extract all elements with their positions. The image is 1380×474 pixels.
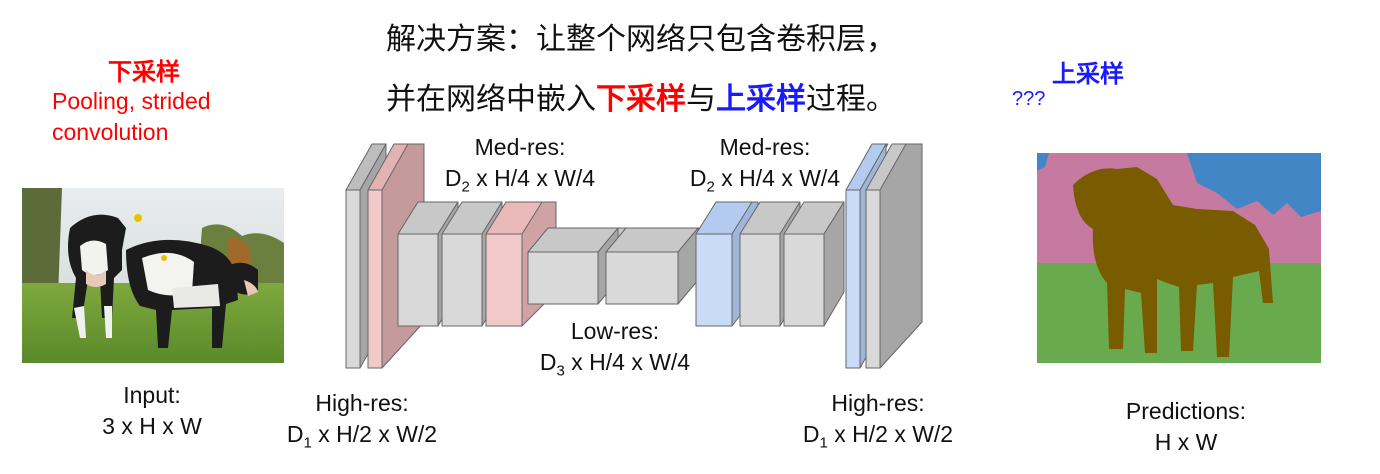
prediction-segmentation-map xyxy=(1037,153,1321,363)
upsample-heading: 上采样 xyxy=(1052,60,1124,88)
high-res-right-label: High-res: D1 x H/2 x W/2 xyxy=(778,388,978,459)
upsample-description: ??? xyxy=(1012,88,1046,110)
input-cow-photo xyxy=(22,188,284,363)
predictions-label: Predictions: H x W xyxy=(1096,396,1276,458)
input-label-line-1: Input: xyxy=(123,382,181,408)
med-res-left-line-1: Med-res: xyxy=(474,134,566,160)
high-res-right-line-2: D1 x H/2 x W/2 xyxy=(802,421,954,452)
high-res-left-label: High-res: D1 x H/2 x W/2 xyxy=(262,388,462,459)
segmentation-drawing xyxy=(1037,153,1321,363)
title-line-2-pre: 并在网络中嵌入 xyxy=(386,82,596,117)
title-downsample-word: 下采样 xyxy=(596,82,686,117)
predictions-line-2: H x W xyxy=(1154,429,1218,455)
high-res-left-line-1: High-res: xyxy=(315,390,409,416)
title-line-2-mid: 与 xyxy=(686,82,716,117)
high-res-right-line-1: High-res: xyxy=(831,390,925,416)
downsample-heading: 下采样 xyxy=(108,58,180,86)
high-res-left-line-2: D1 x H/2 x W/2 xyxy=(286,421,438,452)
med-res-right-line-2: D2 x H/4 x W/4 xyxy=(689,165,841,196)
input-label: Input: 3 x H x W xyxy=(72,380,232,442)
med-res-left-label: Med-res: D2 x H/4 x W/4 xyxy=(420,132,620,203)
decoder-block-5 xyxy=(865,143,923,369)
decoder-block-3 xyxy=(783,201,845,327)
title-line-1: 解决方案：让整个网络只包含卷积层， xyxy=(386,22,896,57)
low-res-line-2: D3 x H/4 x W/4 xyxy=(539,349,691,380)
downsample-desc-line-1: Pooling, strided xyxy=(52,88,211,114)
downsample-desc-line-2: convolution xyxy=(52,119,169,145)
med-res-right-line-1: Med-res: xyxy=(719,134,811,160)
low-res-label: Low-res: D3 x H/4 x W/4 xyxy=(515,316,715,387)
title-line-2-post: 过程。 xyxy=(806,82,896,117)
cow-photo-drawing xyxy=(22,188,284,363)
downsample-description: Pooling, strided convolution xyxy=(52,86,211,148)
low-res-line-1: Low-res: xyxy=(570,318,660,344)
med-res-right-label: Med-res: D2 x H/4 x W/4 xyxy=(665,132,865,203)
med-res-left-line-2: D2 x H/4 x W/4 xyxy=(444,165,596,196)
bottleneck-block-2 xyxy=(605,227,701,305)
predictions-line-1: Predictions: xyxy=(1125,398,1247,424)
input-label-line-2: 3 x H x W xyxy=(102,413,202,439)
title-upsample-word: 上采样 xyxy=(716,82,806,117)
title-line-2: 并在网络中嵌入下采样与上采样过程。 xyxy=(386,74,896,118)
